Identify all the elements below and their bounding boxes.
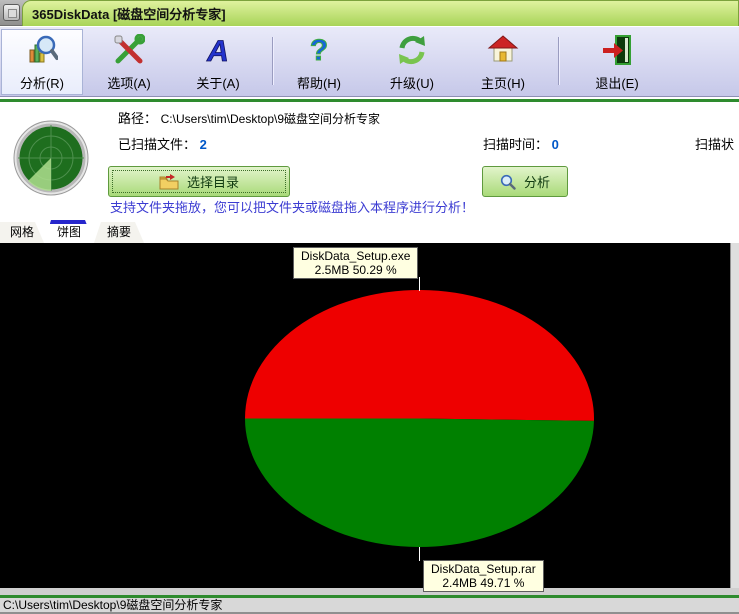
toolbar-button-upgrade[interactable]: 升级(U) <box>371 29 453 95</box>
toolbar-separator <box>272 37 273 85</box>
tab-strip: 网格 饼图 摘要 <box>0 216 739 243</box>
magnifier-icon <box>500 174 516 190</box>
system-menu-button[interactable] <box>3 4 20 21</box>
focus-rect <box>112 170 286 193</box>
scanned-files-label: 已扫描文件： <box>118 137 196 152</box>
status-bar: C:\Users\tim\Desktop\9磁盘空间分析专家 <box>0 598 739 612</box>
scan-status-label: 扫描状 <box>695 134 739 153</box>
help-icon: ? <box>302 33 336 67</box>
pie-label-detail: 2.4MB 49.71 % <box>431 576 536 590</box>
drag-drop-tip: 支持文件夹拖放，您可以把文件夹或磁盘拖入本程序进行分析！ <box>110 197 474 216</box>
options-icon <box>112 33 146 67</box>
scan-time-label: 扫描时间： <box>483 137 548 152</box>
pie-label-exe: DiskData_Setup.exe 2.5MB 50.29 % <box>293 247 418 279</box>
window-bottom-border <box>0 588 739 595</box>
toolbar-button-options[interactable]: 选项(A) <box>88 29 170 95</box>
scanned-files-value: 2 <box>200 137 207 152</box>
toolbar-separator <box>558 37 559 85</box>
home-icon <box>486 33 520 67</box>
toolbar-separator-line <box>0 99 739 102</box>
toolbar-button-about[interactable]: A 关于(A) <box>177 29 259 95</box>
tab-pie[interactable]: 饼图 <box>44 220 94 243</box>
select-directory-button[interactable]: 选择目录 <box>108 166 290 197</box>
toolbar-button-label: 升级(U) <box>390 73 434 92</box>
toolbar-button-label: 主页(H) <box>481 73 525 92</box>
toolbar-button-label: 退出(E) <box>595 73 638 92</box>
toolbar-button-label: 关于(A) <box>196 73 239 92</box>
pie-chart-area <box>0 243 731 588</box>
scanned-files-row: 已扫描文件： 2 <box>118 134 207 153</box>
pie-slice-0[interactable] <box>245 290 594 421</box>
svg-text:?: ? <box>310 34 328 66</box>
toolbar-button-label: 选项(A) <box>107 73 150 92</box>
analyze-icon <box>25 33 59 67</box>
toolbar-button-label: 分析(R) <box>20 73 64 92</box>
toolbar-button-analyze[interactable]: 分析(R) <box>1 29 83 95</box>
tab-label: 网格 <box>10 223 34 240</box>
toolbar-button-help[interactable]: ? 帮助(H) <box>278 29 360 95</box>
analyze-button[interactable]: 分析 <box>482 166 568 197</box>
pie-label-file: DiskData_Setup.rar <box>431 562 536 576</box>
analyze-label: 分析 <box>524 172 550 191</box>
title-bar: 365DiskData [磁盘空间分析专家] <box>0 0 739 26</box>
scan-time-row: 扫描时间： 0 <box>483 134 559 153</box>
upgrade-icon <box>395 33 429 67</box>
tab-label: 饼图 <box>57 223 81 240</box>
toolbar-button-home[interactable]: 主页(H) <box>462 29 544 95</box>
info-panel: 路径： C:\Users\tim\Desktop\9磁盘空间分析专家 已扫描文件… <box>0 103 739 216</box>
exit-icon <box>600 33 634 67</box>
window-title: 365DiskData [磁盘空间分析专家] <box>22 0 739 26</box>
window-right-border <box>730 243 739 590</box>
tab-label: 摘要 <box>107 223 131 240</box>
pie-label-rar: DiskData_Setup.rar 2.4MB 49.71 % <box>423 560 544 592</box>
tab-grid[interactable]: 网格 <box>0 222 44 243</box>
radar-icon <box>12 119 90 197</box>
svg-text:A: A <box>206 35 229 66</box>
about-icon: A <box>201 33 235 67</box>
pie-slice-1[interactable] <box>245 419 594 548</box>
app-window: 365DiskData [磁盘空间分析专家] 分析(R) <box>0 0 739 614</box>
path-value: C:\Users\tim\Desktop\9磁盘空间分析专家 <box>161 112 380 126</box>
scan-time-value: 0 <box>552 137 559 152</box>
selected-tab-indicator <box>50 220 88 224</box>
path-label: 路径： <box>118 111 157 126</box>
pie-chart <box>0 243 731 588</box>
label-connector-top <box>419 277 420 291</box>
pie-label-file: DiskData_Setup.exe <box>301 249 410 263</box>
toolbar: 分析(R) 选项(A) A 关于(A) <box>0 27 739 97</box>
pie-label-detail: 2.5MB 50.29 % <box>301 263 410 277</box>
toolbar-button-label: 帮助(H) <box>297 73 341 92</box>
tab-summary[interactable]: 摘要 <box>94 222 144 243</box>
toolbar-button-exit[interactable]: 退出(E) <box>576 29 658 95</box>
path-row: 路径： C:\Users\tim\Desktop\9磁盘空间分析专家 <box>118 108 380 127</box>
label-connector-bottom <box>419 547 420 561</box>
